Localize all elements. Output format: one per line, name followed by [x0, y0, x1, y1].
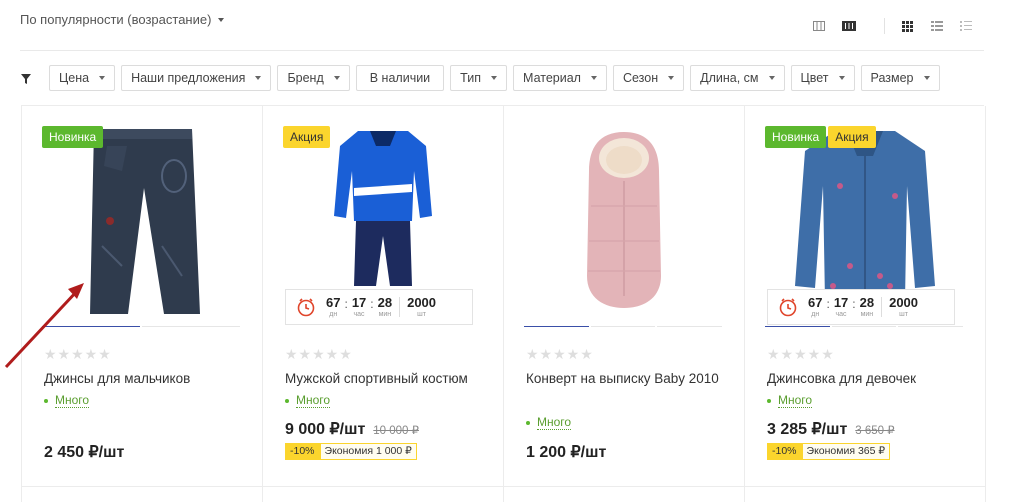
product-grid: Новинка ★★★★★ Джинсы для мальчиков Много…	[21, 105, 986, 502]
divider	[884, 18, 885, 34]
chevron-down-icon	[768, 76, 775, 80]
filter-button[interactable]: Длина, см	[690, 65, 785, 91]
image-pager[interactable]	[524, 326, 724, 328]
filter-button[interactable]: Тип	[450, 65, 508, 91]
chevron-down-icon	[255, 76, 262, 80]
product-card[interactable]: Акция 67 дн : 17 час : 28 мин 2000 шт ★★★★★ …	[263, 106, 504, 487]
sort-dropdown[interactable]: По популярности (возрастание)	[20, 12, 225, 27]
product-card[interactable]: Новинка Акция 67 дн : 17 час : 28 мин 2000 ш…	[745, 106, 986, 487]
filter-button[interactable]: Бренд	[277, 65, 350, 91]
clock-icon	[297, 298, 315, 317]
grid-view-icon[interactable]	[902, 21, 914, 32]
old-price: 3 650 ₽	[855, 425, 895, 437]
filter-button[interactable]: Цена	[49, 65, 116, 91]
saving-badge: -10% Экономия 365 ₽	[767, 443, 891, 460]
filter-button[interactable]: Сезон	[612, 65, 685, 91]
filter-button[interactable]: Размер	[860, 65, 940, 91]
filter-label: Тип	[460, 71, 482, 85]
chevron-down-icon	[923, 76, 930, 80]
chevron-down-icon	[491, 76, 498, 80]
filter-label: Наши предложения	[131, 71, 246, 85]
sale-badge: Акция	[283, 126, 331, 148]
chevron-down-icon	[333, 76, 340, 80]
badges: Акция	[283, 126, 332, 148]
product-image[interactable]	[524, 126, 724, 316]
list-icon[interactable]	[931, 21, 943, 31]
chevron-down-icon	[218, 17, 225, 22]
stock-status: Много	[767, 393, 813, 408]
filter-label: В наличии	[369, 71, 431, 85]
product-image[interactable]	[283, 126, 483, 316]
product-price: 9 000 ₽/шт 10 000 ₽	[285, 421, 419, 438]
product-name[interactable]: Джинсовка для девочек	[767, 368, 972, 390]
sale-badge: Акция	[828, 126, 876, 148]
filter-label: Цвет	[800, 71, 829, 85]
filter-label: Цена	[59, 71, 90, 85]
product-price: 1 200 ₽/шт	[526, 444, 607, 461]
filter-button[interactable]: Наши предложения	[121, 65, 272, 91]
product-card[interactable]	[504, 487, 745, 502]
compact-view-icon[interactable]	[842, 21, 856, 31]
table-icon[interactable]	[960, 21, 972, 31]
rating-stars: ★★★★★	[285, 346, 353, 362]
filter-button[interactable]: Материал	[513, 65, 607, 91]
product-card[interactable]	[745, 487, 986, 502]
filter-label: Длина, см	[700, 71, 759, 85]
filter-label: Сезон	[622, 71, 659, 85]
filter-label: Размер	[870, 71, 914, 85]
product-card[interactable]	[22, 487, 263, 502]
countdown-timer: 67 дн : 17 час : 28 мин 2000 шт	[285, 289, 473, 325]
product-card[interactable]: ★★★★★ Конверт на выписку Baby 2010 Много…	[504, 106, 745, 487]
old-price: 10 000 ₽	[373, 425, 419, 437]
stock-status: Много	[44, 393, 90, 408]
chevron-down-icon	[590, 76, 597, 80]
filter-button[interactable]: В наличии	[355, 65, 445, 91]
product-price: 2 450 ₽/шт	[44, 444, 125, 461]
rating-stars: ★★★★★	[526, 346, 594, 362]
rating-stars: ★★★★★	[767, 346, 835, 362]
filter-label: Материал	[523, 71, 581, 85]
chevron-down-icon	[99, 76, 106, 80]
annotation-arrow-icon	[4, 283, 84, 369]
countdown-timer: 67 дн : 17 час : 28 мин 2000 шт	[767, 289, 955, 325]
chevron-down-icon	[668, 76, 675, 80]
filter-bar: Цена Наши предложения Бренд В наличии Тип Мат…	[20, 65, 946, 91]
divider	[20, 50, 984, 51]
image-pager[interactable]	[765, 326, 965, 328]
product-image[interactable]	[765, 126, 965, 316]
stock-status: Много	[526, 415, 572, 430]
new-badge: Новинка	[42, 126, 104, 148]
product-name[interactable]: Мужской спортивный костюм	[285, 368, 490, 390]
product-price: 3 285 ₽/шт 3 650 ₽	[767, 421, 895, 438]
stock-status: Много	[285, 393, 331, 408]
view-toolbar	[796, 18, 972, 34]
sort-label: По популярности (возрастание)	[20, 12, 212, 27]
list-view-icon[interactable]	[813, 21, 825, 31]
new-badge: Новинка	[765, 126, 827, 148]
filter-button[interactable]: Цвет	[790, 65, 855, 91]
product-name[interactable]: Конверт на выписку Baby 2010	[526, 368, 731, 390]
badges: Новинка	[42, 126, 105, 148]
filter-icon[interactable]	[20, 72, 32, 84]
product-card[interactable]	[263, 487, 504, 502]
chevron-down-icon	[838, 76, 845, 80]
badges: Новинка Акция	[765, 126, 878, 148]
clock-icon	[779, 298, 797, 317]
saving-badge: -10% Экономия 1 000 ₽	[285, 443, 417, 460]
filter-label: Бренд	[287, 71, 324, 85]
